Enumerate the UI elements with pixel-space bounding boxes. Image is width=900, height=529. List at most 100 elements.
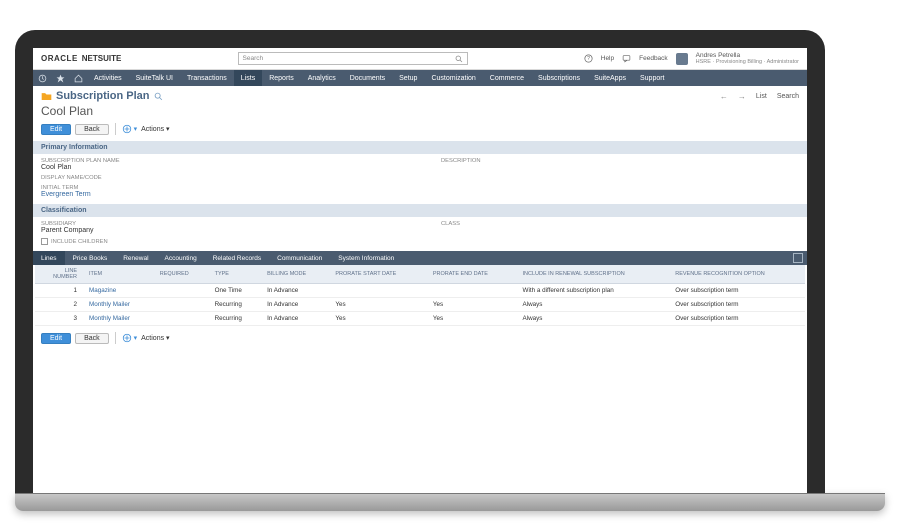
edit-button-bottom[interactable]: Edit	[41, 333, 71, 344]
back-button-bottom[interactable]: Back	[75, 333, 109, 344]
col-prorate-end[interactable]: PRORATE END DATE	[427, 265, 517, 284]
cell-renewal: Always	[517, 298, 670, 312]
tab-communication[interactable]: Communication	[269, 251, 330, 265]
search-icon	[455, 55, 463, 63]
lines-table-wrap: LINE NUMBER ITEM REQUIRED TYPE BILLING M…	[33, 265, 807, 326]
menu-item-suitetalk[interactable]: SuiteTalk UI	[129, 70, 180, 86]
menu-item-transactions[interactable]: Transactions	[180, 70, 234, 86]
page-title-line: Subscription Plan	[41, 90, 163, 102]
tab-related-records[interactable]: Related Records	[205, 251, 269, 265]
netsuite-wordmark: NETSUITE	[82, 54, 122, 63]
feedback-icon[interactable]	[622, 54, 631, 63]
table-row[interactable]: 3Monthly MailerRecurringIn AdvanceYesYes…	[35, 312, 805, 326]
user-name: Andres Petrella	[696, 52, 799, 59]
include-children-label: INCLUDE CHILDREN	[51, 239, 108, 245]
cell-billing: In Advance	[261, 284, 329, 298]
menu-item-support[interactable]: Support	[633, 70, 672, 86]
cell-prorate-start	[329, 284, 426, 298]
laptop-frame: ORACLE NETSUITE Search ? Help Feedback A…	[15, 30, 825, 493]
cell-line-number: 3	[35, 312, 83, 326]
lines-table: LINE NUMBER ITEM REQUIRED TYPE BILLING M…	[35, 265, 805, 326]
quick-add-icon-bottom[interactable]: ▾	[122, 333, 138, 343]
col-prorate-start[interactable]: PRORATE START DATE	[329, 265, 426, 284]
actions-menu-bottom[interactable]: Actions ▾	[141, 334, 169, 342]
laptop-base	[15, 493, 885, 511]
section-classification-header: Classification	[33, 204, 807, 217]
user-role: HSRE · Provisioning Billing · Administra…	[696, 59, 799, 65]
avatar[interactable]	[676, 53, 688, 65]
menu-item-lists[interactable]: Lists	[234, 70, 262, 86]
col-billing-mode[interactable]: BILLING MODE	[261, 265, 329, 284]
clock-icon[interactable]	[33, 70, 51, 86]
menu-item-suiteapps[interactable]: SuiteApps	[587, 70, 633, 86]
edit-button[interactable]: Edit	[41, 124, 71, 135]
page-title: Subscription Plan	[56, 90, 150, 102]
col-line-number[interactable]: LINE NUMBER	[35, 265, 83, 284]
tab-system-info[interactable]: System Information	[330, 251, 402, 265]
cell-required	[154, 284, 209, 298]
description-label: DESCRIPTION	[441, 158, 621, 164]
tab-renewal[interactable]: Renewal	[115, 251, 156, 265]
col-item[interactable]: ITEM	[83, 265, 154, 284]
subsidiary-value: Parent Company	[41, 227, 221, 234]
next-record-icon[interactable]: →	[738, 92, 746, 101]
page-search-icon[interactable]	[154, 92, 163, 101]
search-link[interactable]: Search	[777, 93, 799, 100]
table-header-row: LINE NUMBER ITEM REQUIRED TYPE BILLING M…	[35, 265, 805, 284]
oracle-wordmark: ORACLE	[41, 54, 78, 63]
menu-item-reports[interactable]: Reports	[262, 70, 301, 86]
table-row[interactable]: 1MagazineOne TimeIn AdvanceWith a differ…	[35, 284, 805, 298]
col-rev-rec[interactable]: REVENUE RECOGNITION OPTION	[669, 265, 805, 284]
tabs-expand[interactable]	[793, 251, 803, 265]
cell-prorate-end	[427, 284, 517, 298]
cell-required	[154, 312, 209, 326]
cell-renewal: Always	[517, 312, 670, 326]
help-label[interactable]: Help	[601, 55, 614, 62]
action-row-bottom: Edit Back ▾ Actions ▾	[33, 326, 807, 350]
home-icon[interactable]	[69, 70, 87, 86]
cell-prorate-end: Yes	[427, 312, 517, 326]
col-type[interactable]: TYPE	[209, 265, 262, 284]
cell-type: Recurring	[209, 312, 262, 326]
menu-icon-group	[33, 70, 87, 86]
col-required[interactable]: REQUIRED	[154, 265, 209, 284]
cell-billing: In Advance	[261, 312, 329, 326]
menu-item-customization[interactable]: Customization	[424, 70, 482, 86]
include-children-checkbox[interactable]	[41, 238, 48, 245]
cell-revrec: Over subscription term	[669, 284, 805, 298]
list-link[interactable]: List	[756, 93, 767, 100]
help-icon[interactable]: ?	[584, 54, 593, 63]
tab-lines[interactable]: Lines	[33, 251, 65, 265]
back-button[interactable]: Back	[75, 124, 109, 135]
cell-item[interactable]: Magazine	[83, 284, 154, 298]
feedback-label[interactable]: Feedback	[639, 55, 668, 62]
action-row-top: Edit Back ▾ Actions ▾	[33, 121, 807, 141]
tab-price-books[interactable]: Price Books	[65, 251, 116, 265]
cell-item[interactable]: Monthly Mailer	[83, 312, 154, 326]
menu-item-activities[interactable]: Activities	[87, 70, 129, 86]
menu-item-subscriptions[interactable]: Subscriptions	[531, 70, 587, 86]
actions-menu[interactable]: Actions ▾	[141, 125, 169, 133]
menu-item-commerce[interactable]: Commerce	[483, 70, 531, 86]
cell-item[interactable]: Monthly Mailer	[83, 298, 154, 312]
cell-line-number: 1	[35, 284, 83, 298]
app-screen: ORACLE NETSUITE Search ? Help Feedback A…	[33, 48, 807, 493]
menu-item-analytics[interactable]: Analytics	[301, 70, 343, 86]
cell-line-number: 2	[35, 298, 83, 312]
user-block[interactable]: Andres Petrella HSRE · Provisioning Bill…	[696, 52, 799, 65]
cell-billing: In Advance	[261, 298, 329, 312]
display-name-label: DISPLAY NAME/CODE	[41, 175, 221, 181]
initial-term-value[interactable]: Evergreen Term	[41, 191, 221, 198]
prev-record-icon[interactable]: ←	[720, 92, 728, 101]
menu-item-setup[interactable]: Setup	[392, 70, 424, 86]
cell-renewal: With a different subscription plan	[517, 284, 670, 298]
table-row[interactable]: 2Monthly MailerRecurringIn AdvanceYesYes…	[35, 298, 805, 312]
menu-item-documents[interactable]: Documents	[343, 70, 392, 86]
star-icon[interactable]	[51, 70, 69, 86]
svg-text:?: ?	[587, 56, 590, 62]
expand-icon	[793, 253, 803, 263]
tab-accounting[interactable]: Accounting	[157, 251, 205, 265]
global-search-input[interactable]: Search	[238, 52, 468, 65]
quick-add-icon[interactable]: ▾	[122, 124, 138, 134]
col-include-renewal[interactable]: INCLUDE IN RENEWAL SUBSCRIPTION	[517, 265, 670, 284]
